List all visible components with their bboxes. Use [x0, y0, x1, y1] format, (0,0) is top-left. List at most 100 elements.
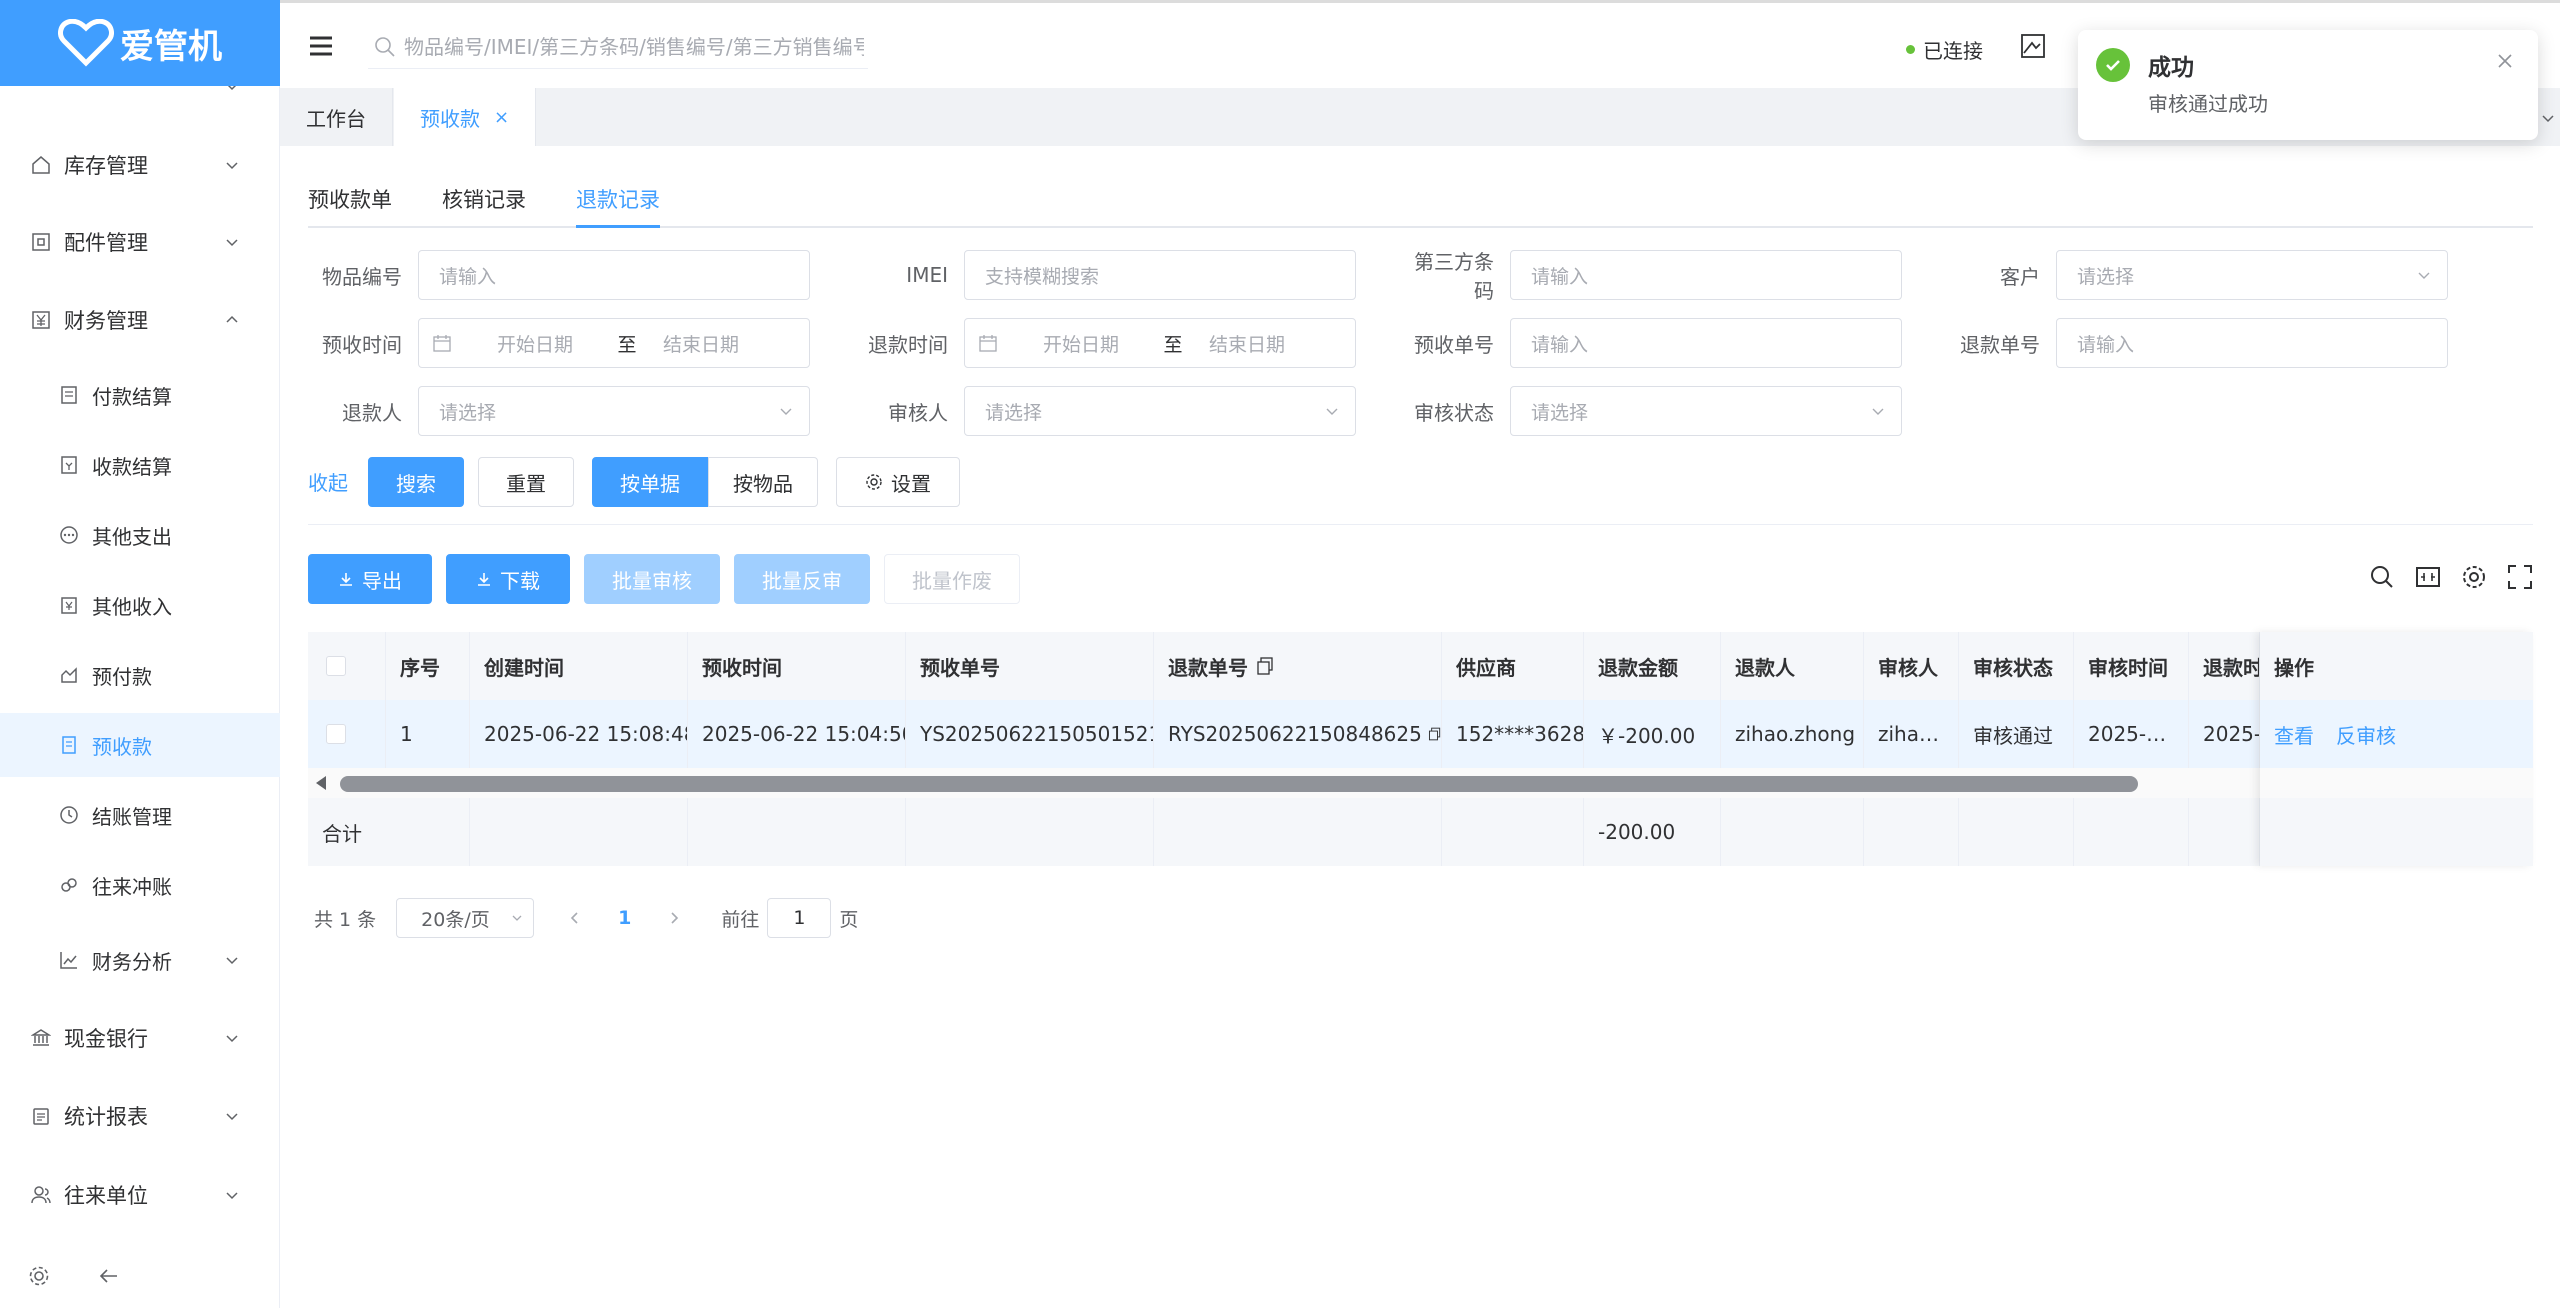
current-page[interactable]: 1 [618, 907, 631, 929]
row-checkbox[interactable] [326, 724, 346, 744]
goto-suffix: 页 [839, 908, 859, 931]
success-toast: 成功 审核通过成功 [2078, 30, 2538, 140]
sidebar-item-finance-analysis[interactable]: 财务分析 [0, 928, 280, 992]
select-all-checkbox[interactable] [326, 656, 346, 676]
row-operations: 查看 反审核 [2260, 700, 2533, 768]
cell-index: 1 [386, 700, 470, 768]
select-placeholder: 请选择 [985, 401, 1043, 424]
download-button[interactable]: 下载 [446, 554, 570, 604]
sidebar-item-receipt-settle[interactable]: 收款结算 [0, 433, 280, 497]
sidebar: 库存管理 配件管理 财务管理 付款结算 收款结算 其他支出 其他收入 预付款 预… [0, 0, 280, 1308]
sidebar-item-label: 财务分析 [92, 949, 172, 974]
tab-advance-receipt[interactable]: 预收款 × [394, 88, 537, 146]
scroll-thumb[interactable] [340, 776, 2138, 792]
table-toolbar [2369, 564, 2533, 590]
logo-text: 爱管机 [120, 26, 222, 67]
heart-logo-icon [58, 19, 114, 67]
global-search-input[interactable] [404, 34, 864, 59]
table-horizontal-scrollbar[interactable] [308, 768, 2533, 798]
by-item-button[interactable]: 按物品 [708, 457, 818, 507]
batch-unaudit-button[interactable]: 批量反审 [734, 554, 870, 604]
settings-icon[interactable] [28, 1265, 50, 1287]
sidebar-item-offset[interactable]: 往来冲账 [0, 853, 280, 917]
refund-no-input[interactable]: 请输入 [2056, 318, 2448, 368]
menu-toggle-icon[interactable] [308, 33, 334, 59]
sidebar-item-payment-settle[interactable]: 付款结算 [0, 363, 280, 427]
tab-refund-records[interactable]: 退款记录 [576, 184, 660, 228]
sidebar-item-partners[interactable]: 往来单位 [0, 1163, 280, 1227]
tab-writeoff-records[interactable]: 核销记录 [442, 184, 526, 228]
filter-row: 物品编号 请输入 IMEI 支持模糊搜索 第三方条码 请输入 客户 请选择 [308, 250, 2533, 303]
chevron-down-icon[interactable] [2540, 110, 2556, 126]
tab-workbench[interactable]: 工作台 [280, 88, 393, 146]
filter-customer: 客户 请选择 [1946, 250, 2448, 300]
table-row[interactable]: 1 2025-06-22 15:08:48 2025-06-22 15:04:5… [308, 700, 2533, 768]
column-width-icon[interactable] [2415, 564, 2441, 590]
sidebar-item-closing[interactable]: 结账管理 [0, 783, 280, 847]
sidebar-item-reports[interactable]: 统计报表 [0, 1084, 280, 1148]
unaudit-link[interactable]: 反审核 [2336, 720, 2396, 749]
prev-page-icon[interactable] [568, 911, 582, 925]
page-size-select[interactable]: 20条/页 [396, 898, 535, 938]
filter-label: IMEI [906, 263, 948, 287]
search-button[interactable]: 搜索 [368, 457, 464, 507]
close-icon[interactable] [2494, 50, 2516, 72]
sidebar-item-cash-bank[interactable]: 现金银行 [0, 1006, 280, 1070]
chart-icon [58, 664, 80, 686]
copy-icon[interactable] [1428, 725, 1441, 743]
fullscreen-icon[interactable] [2507, 564, 2533, 590]
calendar-icon [433, 335, 451, 352]
sidebar-item-other-expense[interactable]: 其他支出 [0, 503, 280, 567]
auditor-select[interactable]: 请选择 [964, 386, 1356, 436]
sidebar-item-label: 预付款 [92, 664, 152, 689]
wallet-icon [58, 594, 80, 616]
sidebar-item-inventory[interactable]: 库存管理 [0, 133, 280, 197]
tab-advance-receipt-list[interactable]: 预收款单 [308, 184, 392, 228]
filter-label: 审核人 [888, 400, 948, 425]
collapse-left-icon[interactable] [98, 1265, 120, 1287]
audit-status-select[interactable]: 请选择 [1510, 386, 1902, 436]
view-link[interactable]: 查看 [2274, 720, 2314, 749]
sidebar-item-parts[interactable]: 配件管理 [0, 210, 280, 274]
search-icon[interactable] [2369, 564, 2395, 590]
recv-time-range[interactable]: 开始日期 至 结束日期 [418, 318, 810, 368]
chevron-down-icon [1872, 408, 1884, 415]
app-logo[interactable]: 爱管机 [0, 0, 280, 86]
customer-select[interactable]: 请选择 [2056, 250, 2448, 300]
imei-input[interactable]: 支持模糊搜索 [964, 250, 1356, 300]
close-icon[interactable]: × [494, 107, 509, 128]
goto-page-input[interactable]: 1 [767, 898, 832, 938]
batch-audit-button[interactable]: 批量审核 [584, 554, 720, 604]
calendar-icon [979, 335, 997, 352]
chevron-down-icon [512, 915, 522, 921]
filter-refund-time: 退款时间 开始日期 至 结束日期 [854, 318, 1356, 368]
third-code-input[interactable]: 请输入 [1510, 250, 1902, 300]
gear-icon[interactable] [2461, 564, 2487, 590]
next-page-icon[interactable] [667, 911, 681, 925]
by-document-button[interactable]: 按单据 [592, 457, 708, 507]
batch-void-button[interactable]: 批量作废 [884, 554, 1020, 604]
sub-tabs: 预收款单 核销记录 退款记录 [308, 174, 2533, 228]
settings-button[interactable]: 设置 [836, 457, 960, 507]
filter-recv-time: 预收时间 开始日期 至 结束日期 [308, 318, 810, 368]
sidebar-item-label: 往来单位 [64, 1184, 148, 1208]
scroll-left-arrow[interactable] [316, 776, 326, 790]
fixed-operation-column: 操作 查看 反审核 [2260, 632, 2533, 866]
sidebar-item-advance-receipt[interactable]: 预收款 [0, 713, 280, 777]
collapse-link[interactable]: 收起 [308, 467, 348, 496]
button-label: 下载 [500, 568, 540, 593]
select-placeholder: 请选择 [1531, 401, 1589, 424]
export-button[interactable]: 导出 [308, 554, 432, 604]
sidebar-item-prepayment[interactable]: 预付款 [0, 643, 280, 707]
item-no-input[interactable]: 请输入 [418, 250, 810, 300]
reset-button[interactable]: 重置 [478, 457, 574, 507]
cell-supplier: 152****3628 [1442, 700, 1584, 768]
sidebar-item-other-income[interactable]: 其他收入 [0, 573, 280, 637]
section-divider [308, 524, 2533, 525]
refunder-select[interactable]: 请选择 [418, 386, 810, 436]
sidebar-item-finance[interactable]: 财务管理 [0, 288, 280, 352]
recv-no-input[interactable]: 请输入 [1510, 318, 1902, 368]
image-icon[interactable] [2020, 33, 2046, 59]
filter-refunder: 退款人 请选择 [308, 386, 810, 436]
refund-time-range[interactable]: 开始日期 至 结束日期 [964, 318, 1356, 368]
